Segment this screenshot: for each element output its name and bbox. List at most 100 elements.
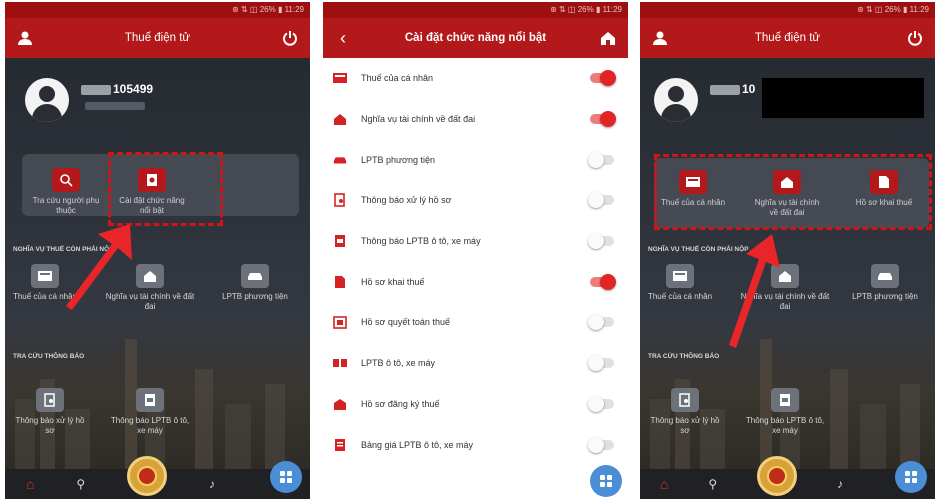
home-icon[interactable]: ⌂: [26, 476, 34, 492]
grid-label: LPTB phương tiện: [222, 292, 288, 301]
bell-icon[interactable]: ♪: [837, 477, 843, 491]
setting-toggle[interactable]: [588, 436, 614, 453]
power-icon[interactable]: [280, 28, 300, 48]
grid-item-vehicle-notice[interactable]: Thông báo LPTB ô tô, xe máy: [745, 388, 825, 436]
setting-label: Nghĩa vụ tài chính về đất đai: [361, 114, 476, 125]
settings-list: Thuế của cá nhân Nghĩa vụ tài chính về đ…: [323, 58, 628, 465]
registration-icon: [333, 397, 347, 411]
setting-row[interactable]: Hồ sơ quyết toán thuế: [323, 302, 628, 343]
grid-item-dossier-notice[interactable]: Thông báo xử lý hồ sơ: [10, 388, 90, 436]
national-emblem-icon[interactable]: [127, 456, 168, 496]
setting-label: Thuế của cá nhân: [361, 73, 434, 84]
status-bar: ⊛ ⇅ ◫ 26% ▮ 11:29: [640, 2, 935, 18]
setting-label: Thông báo xử lý hồ sơ: [361, 195, 452, 206]
search-icon[interactable]: ⚲: [708, 477, 717, 491]
setting-label: Thông báo LPTB ô tô, xe máy: [361, 236, 481, 247]
grid-item-vehicle-fee[interactable]: LPTB phương tiện: [210, 264, 300, 302]
setting-row[interactable]: LPTB ô tô, xe máy: [323, 343, 628, 384]
feature-label: Tra cứu người phụ thuộc: [32, 196, 100, 215]
setting-row[interactable]: Hồ sơ khai thuế: [323, 261, 628, 302]
setting-label: LPTB phương tiện: [361, 154, 435, 165]
setting-row[interactable]: Thông báo LPTB ô tô, xe máy: [323, 221, 628, 262]
setting-toggle[interactable]: [588, 355, 614, 372]
search-icon[interactable]: ⚲: [76, 477, 85, 491]
grid-label: Thông báo xử lý hồ sơ: [650, 416, 720, 435]
status-bar: ⊛ ⇅ ◫ 26% ▮ 11:29: [323, 2, 628, 18]
phone-screen-settings: ⊛ ⇅ ◫ 26% ▮ 11:29 ‹ Cài đặt chức năng nổ…: [323, 2, 628, 499]
setting-toggle[interactable]: [590, 70, 616, 87]
highlight-box: [108, 152, 223, 226]
grid-item-vehicle-fee[interactable]: LPTB phương tiện: [840, 264, 930, 302]
setting-toggle[interactable]: [588, 395, 614, 412]
user-icon[interactable]: [650, 28, 670, 48]
tax-card-icon: [333, 71, 347, 85]
setting-row[interactable]: Hồ sơ đăng ký thuế: [323, 384, 628, 425]
user-id-text: 105499: [113, 82, 154, 96]
setting-label: Hồ sơ quyết toán thuế: [361, 317, 450, 328]
setting-label: Bảng giá LPTB ô tô, xe máy: [361, 439, 474, 450]
setting-row[interactable]: Thông báo xử lý hồ sơ: [323, 180, 628, 221]
price-list-icon: [333, 438, 347, 452]
user-id: 105499: [81, 82, 153, 96]
setting-toggle[interactable]: [588, 314, 614, 331]
grid-item-dossier-notice[interactable]: Thông báo xử lý hồ sơ: [645, 388, 725, 436]
phone-screen-home: ⊛ ⇅ ◫ 26% ▮ 11:29 Thuế điện tử 105499 Tr…: [5, 2, 310, 499]
doc-search-icon: [333, 193, 347, 208]
car-icon: [241, 264, 269, 288]
home-content: 105499 Tra cứu người phụ thuộc Cài đặt c…: [5, 58, 310, 499]
house-icon: [333, 112, 347, 126]
app-bar: Thuế điện tử: [640, 18, 935, 58]
setting-toggle[interactable]: [590, 273, 616, 290]
avatar[interactable]: [654, 78, 698, 122]
grid-menu-fab[interactable]: [270, 461, 302, 493]
bottom-nav: ⌂ ⚲ ♪: [640, 456, 935, 499]
avatar[interactable]: [25, 78, 69, 122]
setting-toggle[interactable]: [588, 192, 614, 209]
app-title: Thuế điện tử: [124, 32, 191, 44]
redaction-box: [762, 78, 924, 118]
setting-row[interactable]: LPTB phương tiện: [323, 139, 628, 180]
user-id: 10: [710, 82, 755, 96]
file-icon: [333, 275, 347, 289]
settlement-doc-icon: [333, 315, 347, 330]
setting-row[interactable]: Bảng giá LPTB ô tô, xe máy: [323, 424, 628, 465]
grid-item-vehicle-notice[interactable]: Thông báo LPTB ô tô, xe máy: [110, 388, 190, 436]
bell-icon[interactable]: ♪: [209, 477, 215, 491]
pointer-arrow: [729, 234, 780, 348]
power-icon[interactable]: [905, 28, 925, 48]
house-icon: [136, 264, 164, 288]
setting-toggle[interactable]: [588, 233, 614, 250]
doc-icon: [136, 388, 164, 412]
grid-label: LPTB phương tiện: [852, 292, 918, 301]
home-icon[interactable]: ⌂: [660, 476, 668, 492]
doc-icon: [771, 388, 799, 412]
grid-label: Thuế của cá nhân: [647, 292, 713, 301]
national-emblem-icon[interactable]: [757, 456, 798, 496]
app-bar: Thuế điện tử: [5, 18, 310, 58]
setting-row[interactable]: Nghĩa vụ tài chính về đất đai: [323, 99, 628, 140]
car-icon: [333, 153, 347, 167]
bottom-nav: ⌂ ⚲ ♪: [5, 456, 310, 499]
user-icon[interactable]: [15, 28, 35, 48]
grid-menu-fab[interactable]: [590, 465, 622, 497]
home-content: 10 Thuế của cá nhân Nghĩa vụ tài chính v…: [640, 58, 935, 499]
user-name-blurred: [85, 102, 145, 110]
back-arrow-icon[interactable]: ‹: [333, 28, 353, 48]
tax-card-icon: [31, 264, 59, 288]
magnifier-icon: [52, 168, 80, 192]
grid-item-personal-tax[interactable]: Thuế của cá nhân: [640, 264, 725, 302]
setting-label: Hồ sơ đăng ký thuế: [361, 398, 440, 409]
vehicle-fee-icon: [333, 356, 347, 370]
setting-toggle[interactable]: [588, 151, 614, 168]
home-icon[interactable]: [598, 28, 618, 48]
grid-label: Thông báo xử lý hồ sơ: [15, 416, 85, 435]
app-title: Thuế điện tử: [754, 32, 821, 44]
doc-icon: [333, 234, 347, 248]
section-heading-notices: TRA CỨU THÔNG BÁO: [648, 353, 720, 360]
feature-lookup-dependents[interactable]: Tra cứu người phụ thuộc: [30, 168, 102, 216]
setting-toggle[interactable]: [590, 111, 616, 128]
section-heading-notices: TRA CỨU THÔNG BÁO: [13, 353, 85, 360]
grid-label: Thông báo LPTB ô tô, xe máy: [110, 416, 190, 435]
grid-menu-fab[interactable]: [895, 461, 927, 493]
setting-row[interactable]: Thuế của cá nhân: [323, 58, 628, 99]
